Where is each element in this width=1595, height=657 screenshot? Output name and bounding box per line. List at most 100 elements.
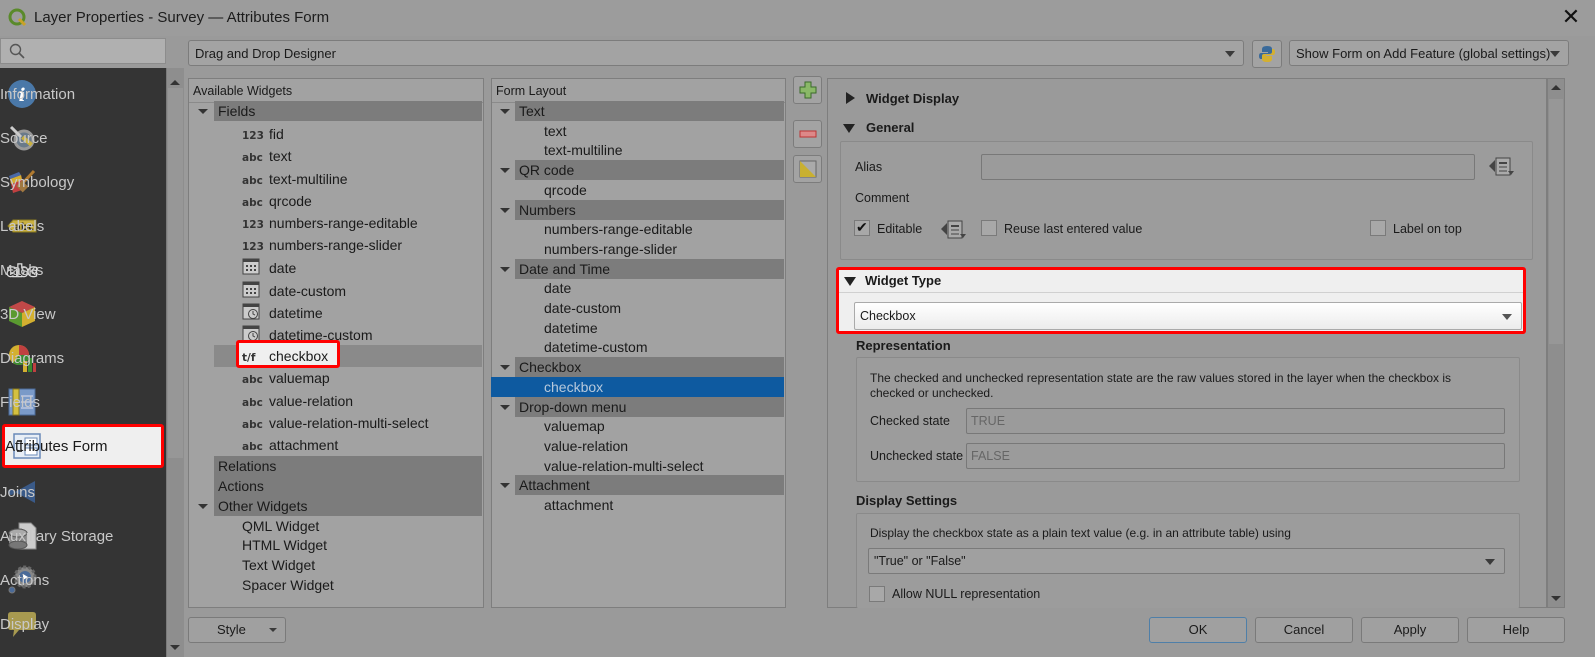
cancel-button[interactable]: Cancel bbox=[1255, 617, 1353, 643]
expander-icon[interactable] bbox=[500, 207, 510, 213]
scroll-down-icon[interactable] bbox=[170, 645, 180, 650]
form-item[interactable]: valuemap bbox=[544, 416, 605, 436]
tree-item-field[interactable]: t/f checkbox bbox=[242, 346, 328, 366]
tree-item-field[interactable]: abc attachment bbox=[242, 435, 338, 455]
tree-item-other-widget[interactable]: Text Widget bbox=[242, 555, 315, 575]
form-item[interactable]: datetime-custom bbox=[544, 337, 647, 357]
data-defined-override-icon[interactable] bbox=[1488, 155, 1516, 177]
general-section[interactable]: General bbox=[866, 120, 914, 135]
reuse-last-value-checkbox[interactable] bbox=[981, 220, 997, 236]
tree-item-field[interactable]: abc text bbox=[242, 146, 292, 166]
tree-item-field[interactable]: abc value-relation-multi-select bbox=[242, 413, 429, 433]
form-group[interactable]: Text bbox=[515, 101, 784, 121]
form-group[interactable]: Attachment bbox=[515, 475, 784, 496]
scroll-down-icon[interactable] bbox=[1551, 596, 1561, 601]
sidebar-item-labels[interactable]: abc Labels bbox=[0, 204, 166, 248]
form-item[interactable]: text bbox=[544, 121, 567, 141]
expander-icon[interactable] bbox=[500, 404, 510, 410]
form-item[interactable]: date bbox=[544, 278, 571, 298]
show-form-dropdown[interactable]: Show Form on Add Feature (global setting… bbox=[1289, 40, 1569, 66]
tree-group-other-widgets[interactable]: Other Widgets bbox=[214, 495, 482, 516]
ok-button[interactable]: OK bbox=[1149, 617, 1247, 643]
designer-mode-dropdown[interactable]: Drag and Drop Designer bbox=[188, 40, 1244, 66]
form-group[interactable]: Numbers bbox=[515, 199, 784, 220]
sidebar-item-joins[interactable]: Joins bbox=[0, 470, 166, 514]
collapse-icon[interactable] bbox=[843, 124, 855, 133]
tree-item-field[interactable]: date bbox=[242, 257, 296, 277]
tree-item-field[interactable]: abc qrcode bbox=[242, 191, 312, 211]
alias-input[interactable] bbox=[981, 154, 1475, 180]
editable-checkbox[interactable] bbox=[854, 219, 870, 236]
tree-item-field[interactable]: date-custom bbox=[242, 280, 346, 300]
sidebar-item-display[interactable]: Display bbox=[0, 602, 166, 646]
expander-icon[interactable] bbox=[500, 168, 510, 174]
form-group[interactable]: Date and Time bbox=[515, 258, 784, 279]
apply-button[interactable]: Apply bbox=[1361, 617, 1459, 643]
scroll-up-icon[interactable] bbox=[1551, 85, 1561, 90]
sidebar-scrollbar[interactable] bbox=[166, 68, 184, 657]
form-item[interactable]: text-multiline bbox=[544, 140, 623, 160]
expander-icon[interactable] bbox=[198, 503, 208, 509]
expander-icon[interactable] bbox=[500, 109, 510, 114]
tree-group-fields[interactable]: Fields bbox=[214, 101, 482, 121]
form-item[interactable]: numbers-range-editable bbox=[544, 219, 693, 239]
scroll-up-icon[interactable] bbox=[170, 80, 180, 85]
tree-group-actions[interactable]: Actions bbox=[214, 476, 482, 496]
tree-item-field[interactable]: abc value-relation bbox=[242, 391, 353, 411]
tree-item-other-widget[interactable]: QML Widget bbox=[242, 516, 319, 536]
form-item[interactable]: checkbox bbox=[491, 376, 784, 397]
tree-item-field[interactable]: abc valuemap bbox=[242, 368, 330, 388]
checked-state-input[interactable]: TRUE bbox=[966, 408, 1505, 434]
tree-item-field[interactable]: datetime bbox=[242, 302, 323, 322]
form-item[interactable]: date-custom bbox=[544, 298, 621, 318]
python-init-button[interactable] bbox=[1252, 40, 1282, 68]
form-item[interactable]: qrcode bbox=[544, 180, 587, 200]
plain-text-representation-dropdown[interactable]: "True" or "False" bbox=[868, 548, 1505, 574]
form-group[interactable]: QR code bbox=[515, 160, 784, 181]
help-button[interactable]: Help bbox=[1467, 617, 1565, 643]
sidebar-item-3d-view[interactable]: 3D View bbox=[0, 292, 166, 336]
sidebar-item-information[interactable]: i Information bbox=[0, 72, 166, 116]
sidebar-item-symbology[interactable]: Symbology bbox=[0, 160, 166, 204]
tree-item-field[interactable]: 123 fid bbox=[242, 124, 284, 144]
editable-data-defined-icon[interactable] bbox=[940, 218, 968, 240]
form-item[interactable]: value-relation bbox=[544, 436, 628, 456]
label-on-top-checkbox[interactable] bbox=[1370, 220, 1386, 236]
expander-icon[interactable] bbox=[500, 266, 510, 272]
add-container-button[interactable] bbox=[793, 76, 822, 104]
properties-scrollbar[interactable] bbox=[1547, 78, 1565, 608]
remove-button[interactable] bbox=[793, 120, 822, 148]
widget-display-section[interactable]: Widget Display bbox=[866, 91, 959, 106]
form-item[interactable]: attachment bbox=[544, 495, 613, 515]
sidebar-item-diagrams[interactable]: Diagrams bbox=[0, 336, 166, 380]
sidebar-item-actions[interactable]: Actions bbox=[0, 558, 166, 602]
tree-item-other-widget[interactable]: Spacer Widget bbox=[242, 575, 334, 595]
expand-icon[interactable] bbox=[846, 92, 855, 104]
scroll-thumb[interactable] bbox=[168, 88, 183, 458]
expander-icon[interactable] bbox=[500, 483, 510, 489]
sidebar-item-source[interactable]: Source bbox=[0, 116, 166, 160]
widget-type-dropdown[interactable]: Checkbox bbox=[854, 302, 1522, 330]
search-input[interactable] bbox=[0, 38, 166, 64]
form-item[interactable]: numbers-range-slider bbox=[544, 239, 677, 259]
tree-group-relations[interactable]: Relations bbox=[214, 456, 482, 477]
sidebar-item-auxiliary-storage[interactable]: Auxiliary Storage bbox=[0, 514, 166, 558]
invert-selection-button[interactable] bbox=[793, 155, 822, 183]
form-group[interactable]: Drop-down menu bbox=[515, 396, 784, 417]
sidebar-item-masks[interactable]: abc Masks bbox=[0, 248, 166, 292]
form-item[interactable]: datetime bbox=[544, 318, 598, 338]
tree-item-field[interactable]: 123 numbers-range-slider bbox=[242, 235, 402, 255]
tree-item-field[interactable]: abc text-multiline bbox=[242, 169, 348, 189]
expander-icon[interactable] bbox=[500, 365, 510, 371]
allow-null-checkbox[interactable] bbox=[869, 586, 885, 602]
form-group[interactable]: Checkbox bbox=[515, 357, 784, 378]
tree-item-other-widget[interactable]: HTML Widget bbox=[242, 535, 327, 555]
scroll-thumb[interactable] bbox=[1549, 99, 1563, 344]
collapse-icon[interactable] bbox=[844, 277, 856, 286]
close-icon[interactable]: ✕ bbox=[1560, 6, 1582, 28]
style-menu-button[interactable]: Style bbox=[188, 617, 286, 643]
unchecked-state-input[interactable]: FALSE bbox=[966, 443, 1505, 469]
form-item[interactable]: value-relation-multi-select bbox=[544, 456, 704, 476]
tree-item-field[interactable]: 123 numbers-range-editable bbox=[242, 213, 418, 233]
expander-icon[interactable] bbox=[198, 109, 208, 114]
